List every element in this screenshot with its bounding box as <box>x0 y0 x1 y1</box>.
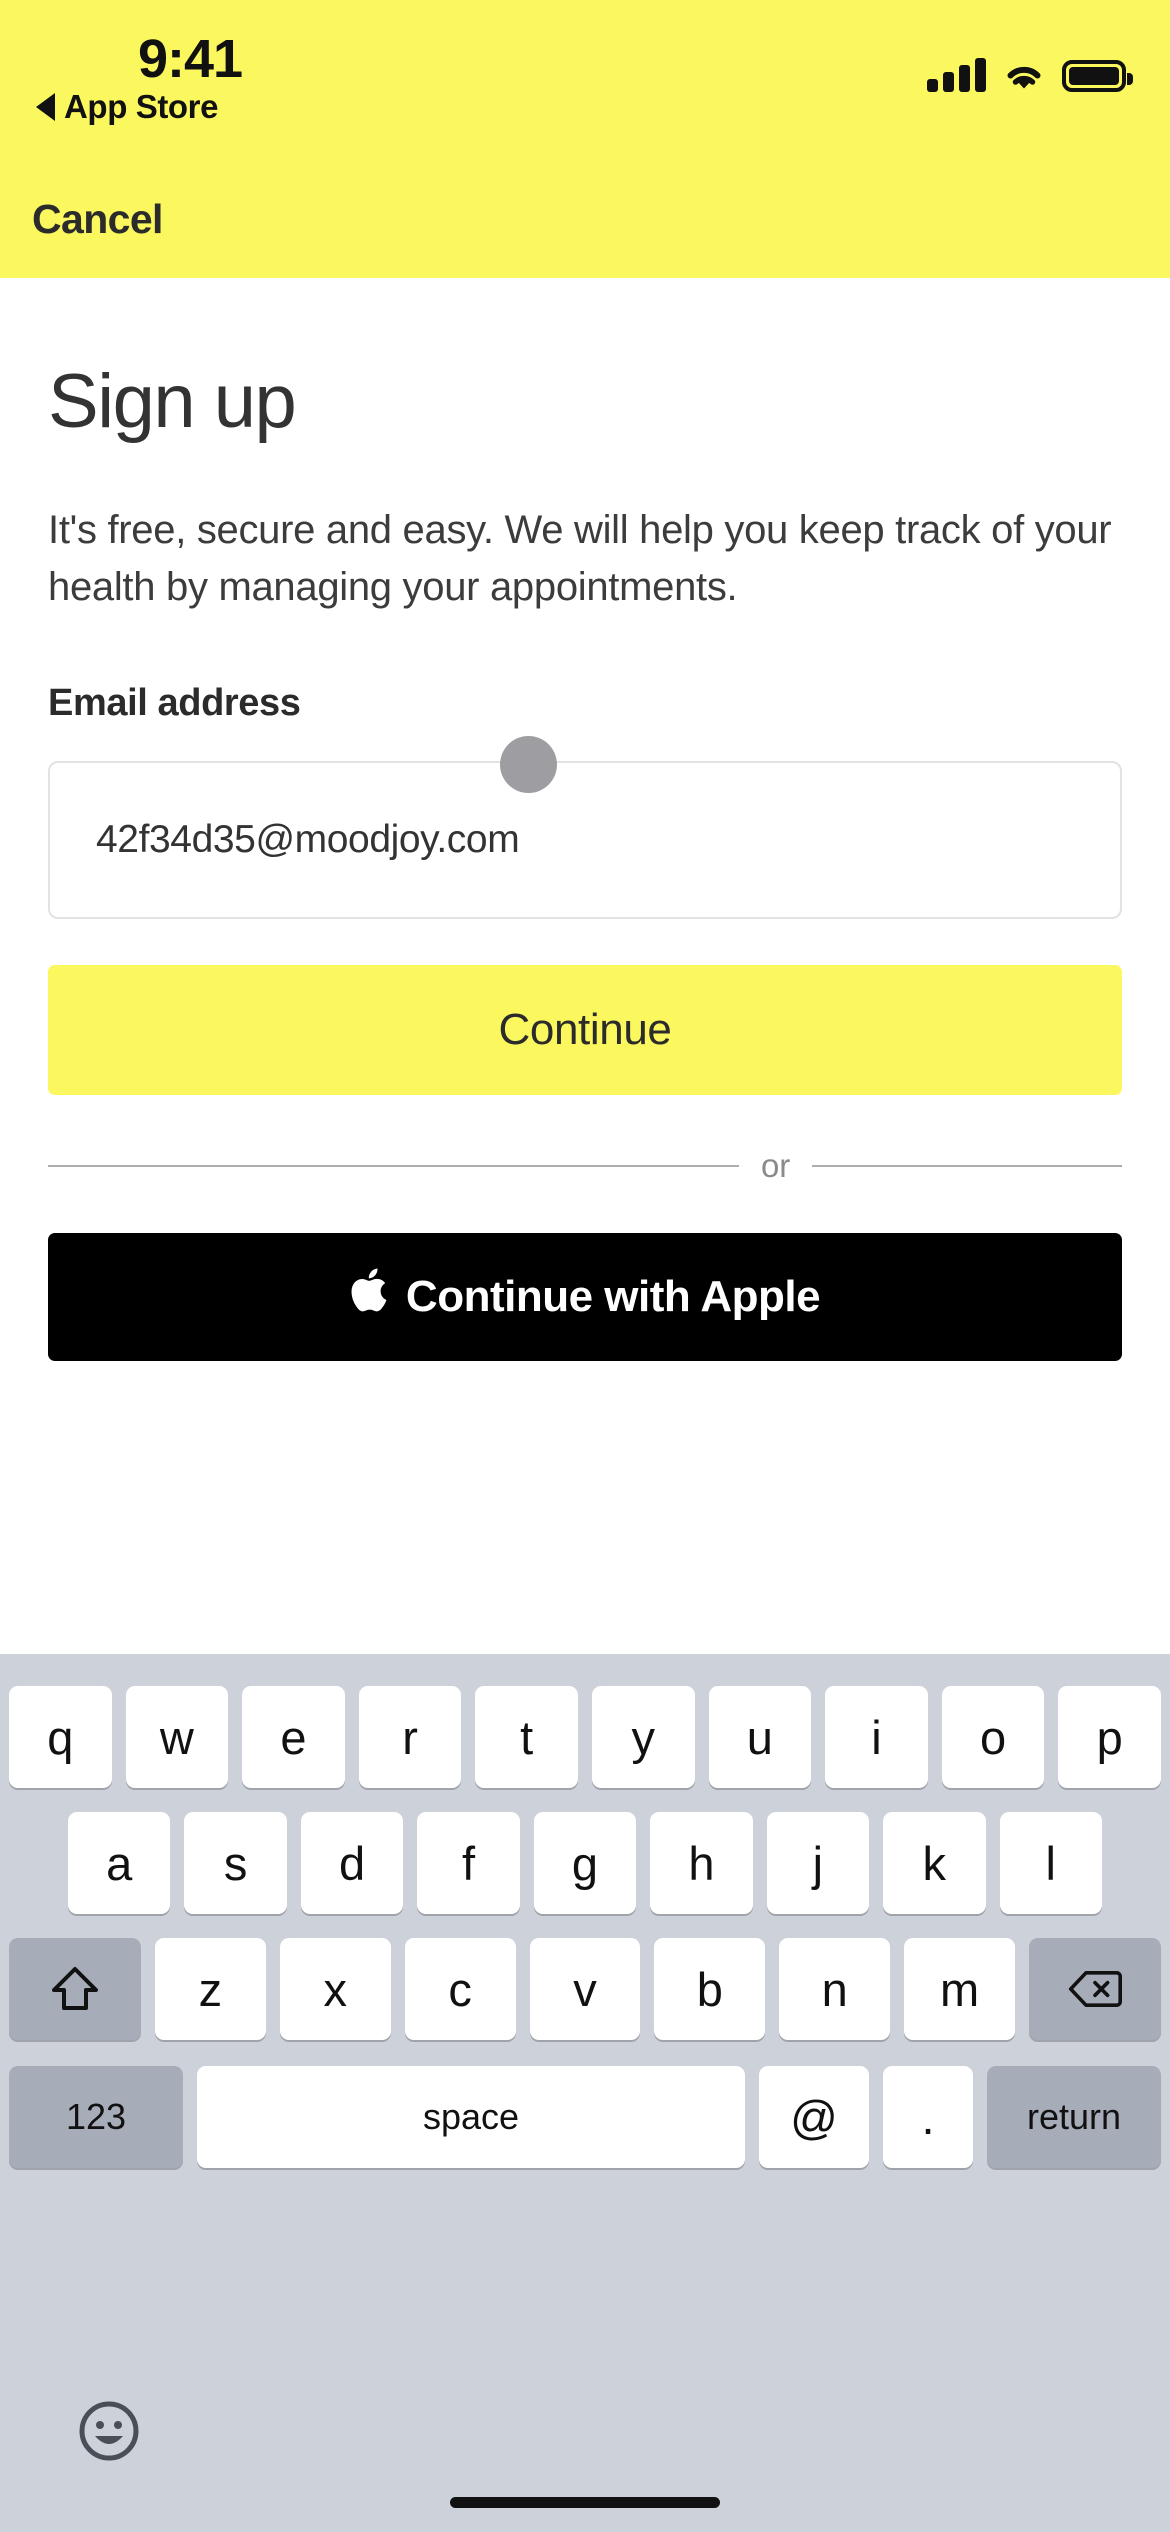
apple-button-label: Continue with Apple <box>405 1271 821 1321</box>
top-bar: 9:41 App Store Cancel <box>0 0 1170 278</box>
continue-button[interactable]: Continue <box>48 964 1122 1095</box>
home-indicator <box>450 2497 720 2508</box>
key-f[interactable]: f <box>417 1812 520 1914</box>
keyboard-row-3: z x c v b n m <box>0 1914 1170 2040</box>
backspace-key[interactable] <box>1029 1938 1162 2040</box>
status-time: 9:41 <box>138 29 243 89</box>
emoji-key[interactable] <box>78 2400 140 2462</box>
backspace-icon <box>1068 1971 1123 2007</box>
key-w[interactable]: w <box>125 1686 229 1788</box>
key-u[interactable]: u <box>708 1686 812 1788</box>
divider-line-left <box>48 1164 740 1167</box>
keyboard-row-2: a s d f g h j k l <box>0 1788 1170 1914</box>
key-g[interactable]: g <box>533 1812 637 1914</box>
key-r[interactable]: r <box>358 1686 462 1788</box>
period-key[interactable]: . <box>883 2066 973 2168</box>
email-input[interactable] <box>48 760 1122 919</box>
key-d[interactable]: d <box>300 1812 404 1914</box>
key-b[interactable]: b <box>654 1938 766 2040</box>
at-key[interactable]: @ <box>759 2066 869 2168</box>
key-i[interactable]: i <box>825 1686 928 1788</box>
key-e[interactable]: e <box>242 1686 345 1788</box>
key-k[interactable]: k <box>883 1812 986 1914</box>
key-q[interactable]: q <box>9 1686 112 1788</box>
intro-text: It's free, secure and easy. We will help… <box>48 508 1112 609</box>
keyboard-row-1: q w e r t y u i o p <box>0 1654 1170 1788</box>
key-m[interactable]: m <box>904 1938 1016 2040</box>
page-title: Sign up <box>48 359 297 444</box>
status-icons <box>927 48 1133 92</box>
or-divider: or <box>48 1147 1122 1185</box>
shift-key[interactable] <box>9 1938 141 2040</box>
key-c[interactable]: c <box>404 1938 516 2040</box>
back-label: App Store <box>64 88 219 125</box>
triangle-left-icon <box>36 93 55 121</box>
space-key[interactable]: space <box>197 2066 745 2168</box>
key-p[interactable]: p <box>1058 1686 1161 1788</box>
key-o[interactable]: o <box>941 1686 1045 1788</box>
keyboard-bottom-bar <box>0 2372 1170 2532</box>
key-l[interactable]: l <box>999 1812 1102 1914</box>
key-a[interactable]: a <box>68 1812 171 1914</box>
keyboard-row-4: 123 space @ . return <box>0 2040 1170 2168</box>
smiley-face-icon <box>79 2401 139 2461</box>
touch-indicator-dot <box>500 735 557 793</box>
key-t[interactable]: t <box>475 1686 578 1788</box>
email-field-label: Email address <box>48 681 301 724</box>
key-s[interactable]: s <box>184 1812 287 1914</box>
key-n[interactable]: n <box>779 1938 891 2040</box>
key-v[interactable]: v <box>529 1938 641 2040</box>
key-h[interactable]: h <box>650 1812 753 1914</box>
cellular-signal-icon <box>927 58 986 92</box>
divider-line-right <box>812 1164 1122 1167</box>
key-z[interactable]: z <box>155 1938 266 2040</box>
email-field-wrapper <box>48 735 1122 919</box>
key-x[interactable]: x <box>279 1938 391 2040</box>
continue-with-apple-button[interactable]: Continue with Apple <box>48 1232 1122 1361</box>
return-key[interactable]: return <box>987 2066 1161 2168</box>
key-y[interactable]: y <box>591 1686 695 1788</box>
battery-full-icon <box>1062 60 1133 92</box>
phone-screen: 9:41 App Store Cancel Sign up It's free,… <box>0 0 1170 2532</box>
divider-label: or <box>761 1146 790 1184</box>
main-content: Sign up It's free, secure and easy. We w… <box>0 278 1170 1361</box>
wifi-icon <box>1002 58 1046 92</box>
numbers-key[interactable]: 123 <box>9 2066 183 2168</box>
status-bar: 9:41 App Store <box>0 0 1170 150</box>
back-to-app-store[interactable]: App Store <box>36 88 218 126</box>
cancel-button[interactable]: Cancel <box>32 196 163 243</box>
apple-logo-icon <box>350 1267 388 1321</box>
on-screen-keyboard: q w e r t y u i o p a s d f g h j k l z … <box>0 1654 1170 2532</box>
key-j[interactable]: j <box>766 1812 870 1914</box>
shift-arrow-icon <box>52 1967 98 2010</box>
